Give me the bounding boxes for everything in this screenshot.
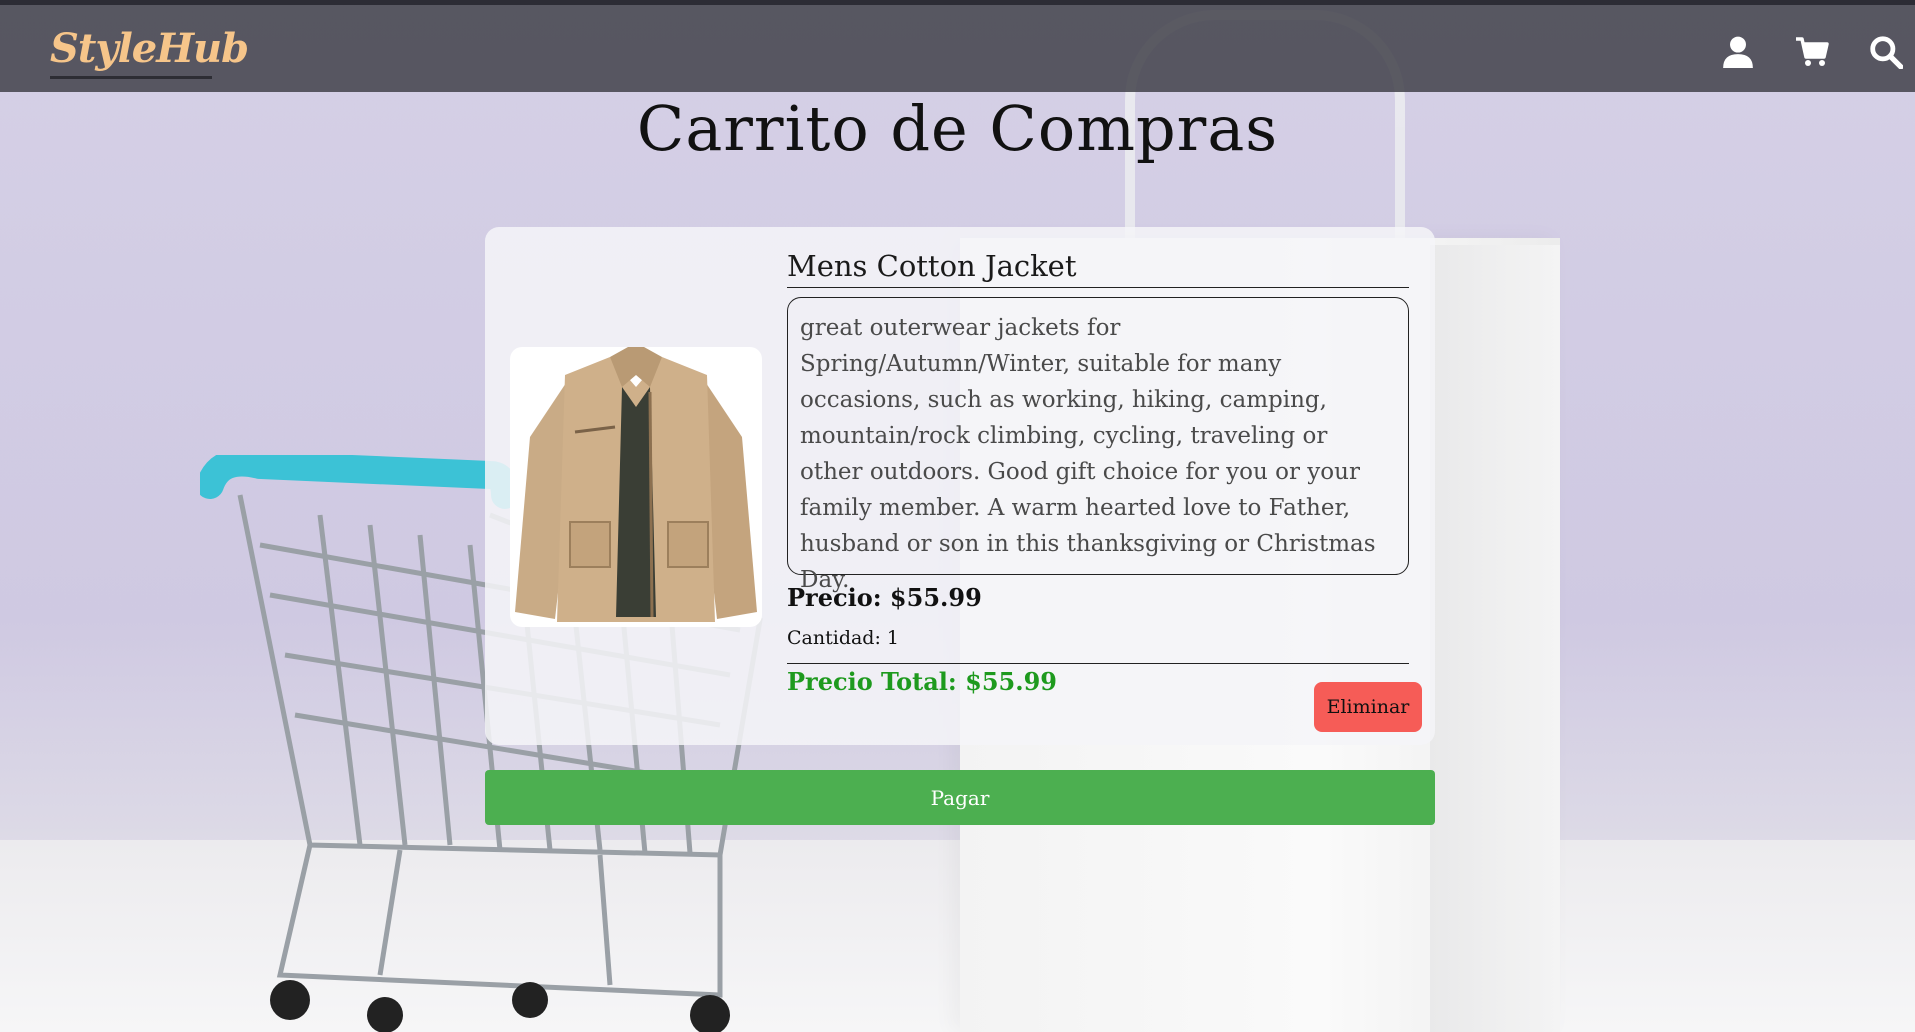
- total-price: Precio Total: $55.99: [787, 667, 1057, 696]
- navbar: StyleHub: [0, 0, 1915, 92]
- divider: [787, 663, 1409, 664]
- product-quantity: Cantidad: 1: [787, 627, 899, 649]
- logo[interactable]: StyleHub: [50, 25, 249, 79]
- pay-button[interactable]: Pagar: [485, 770, 1435, 825]
- remove-button[interactable]: Eliminar: [1314, 682, 1422, 732]
- user-icon[interactable]: [1721, 35, 1755, 69]
- jacket-image: [515, 347, 757, 622]
- nav-icons: [1721, 35, 1903, 69]
- product-name: Mens Cotton Jacket: [787, 249, 1409, 288]
- page-title: Carrito de Compras: [636, 92, 1279, 165]
- shopping-bag-side: [1430, 245, 1560, 1032]
- product-price: Precio: $55.99: [787, 583, 982, 612]
- product-image: [510, 347, 762, 627]
- cart-item-card: Mens Cotton Jacket great outerwear jacke…: [485, 227, 1435, 745]
- cart-icon[interactable]: [1795, 35, 1829, 69]
- product-description: great outerwear jackets for Spring/Autum…: [787, 297, 1409, 593]
- search-icon[interactable]: [1869, 35, 1903, 69]
